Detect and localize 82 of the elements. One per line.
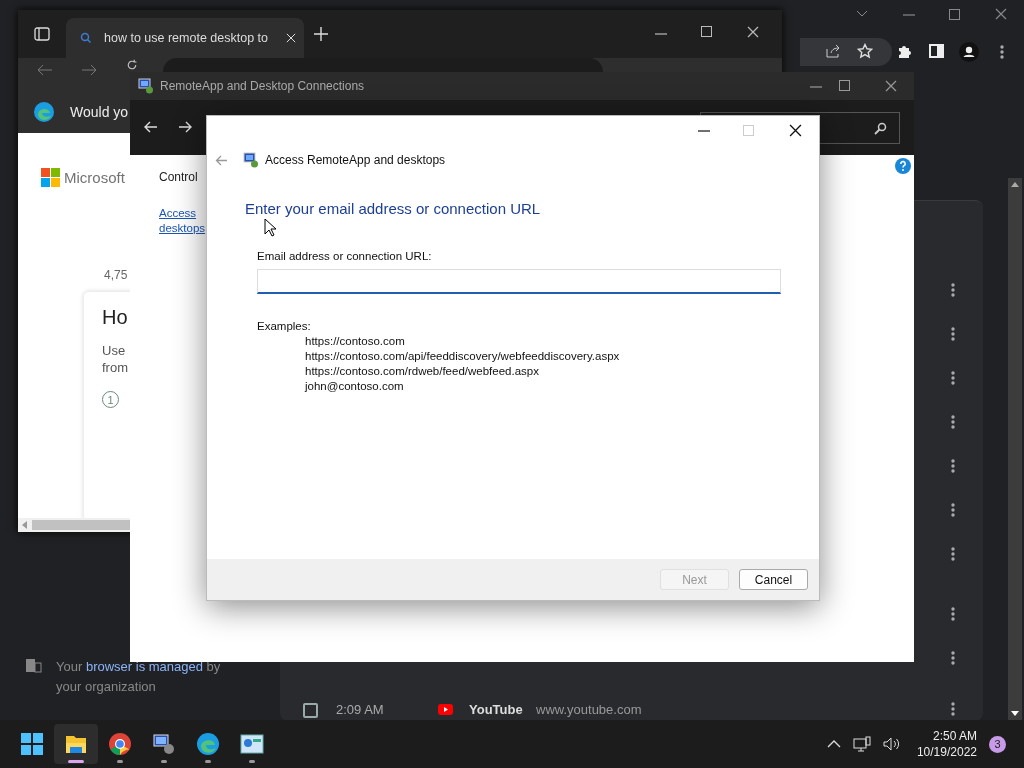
horizontal-scrollbar[interactable] <box>18 518 130 532</box>
remote-app-icon <box>243 152 259 168</box>
sidebar-icon[interactable] <box>929 44 944 58</box>
notification-badge[interactable]: 3 <box>989 735 1006 753</box>
search-icon <box>874 121 887 135</box>
dialog-heading: Enter your email address or connection URL <box>245 200 542 217</box>
microsoft-logo-icon <box>41 168 60 187</box>
card-text: Use from <box>102 342 128 376</box>
example-text: https://contoso.com <box>305 334 406 349</box>
site-title[interactable]: YouTube <box>469 702 523 717</box>
folder-icon[interactable] <box>65 734 87 754</box>
more-icon[interactable] <box>951 283 955 297</box>
scroll-up-icon[interactable] <box>1011 182 1019 187</box>
running-indicator <box>161 760 167 763</box>
window-title: RemoteApp and Desktop Connections <box>160 79 365 93</box>
banner-text: Would yo <box>70 103 129 120</box>
maximize-button[interactable] <box>839 80 850 91</box>
chrome-icon[interactable] <box>109 733 131 755</box>
more-icon[interactable] <box>951 415 955 429</box>
result-count: 4,75 <box>104 268 128 282</box>
url-input-field[interactable] <box>257 269 781 294</box>
tab-actions-icon[interactable] <box>34 26 50 42</box>
more-icon[interactable] <box>951 607 955 621</box>
more-icon[interactable] <box>951 371 955 385</box>
building-icon <box>25 658 42 673</box>
field-label: Email address or connection URL: <box>257 250 433 262</box>
taskbar-button[interactable] <box>54 724 98 764</box>
more-icon[interactable] <box>951 327 955 341</box>
dialog-title: Access RemoteApp and desktops <box>265 153 446 167</box>
microsoft-logo-text: Microsoft <box>64 169 125 186</box>
more-icon[interactable] <box>951 651 955 665</box>
more-icon[interactable] <box>951 547 955 561</box>
edge-logo-icon <box>34 101 54 122</box>
chevron-up-icon[interactable] <box>826 740 841 748</box>
network-icon[interactable] <box>852 736 871 752</box>
more-icon[interactable] <box>951 702 955 716</box>
remote-app-icon <box>138 78 154 94</box>
card-title: Ho <box>102 306 128 329</box>
more-icon[interactable] <box>951 503 955 517</box>
example-text: john@contoso.com <box>305 379 405 394</box>
close-button[interactable] <box>789 124 802 137</box>
address-bar[interactable] <box>800 38 892 66</box>
refresh-icon[interactable] <box>126 59 138 71</box>
close-tab-icon[interactable] <box>286 33 296 43</box>
puzzle-icon[interactable] <box>897 43 913 59</box>
search-icon <box>80 32 92 44</box>
examples-label: Examples: <box>257 320 312 332</box>
managed-link[interactable]: browser is managed <box>85 659 203 674</box>
site-url: www.youtube.com <box>536 702 642 717</box>
help-icon[interactable] <box>895 158 911 174</box>
more-icon[interactable] <box>951 459 955 473</box>
history-checkbox[interactable] <box>303 703 318 718</box>
restore-button[interactable] <box>949 9 960 20</box>
browser-tab[interactable]: how to use remote desktop to <box>66 18 304 58</box>
maximize-button[interactable] <box>701 26 712 37</box>
running-indicator <box>249 760 255 763</box>
task-link[interactable]: Access desktops <box>159 206 206 236</box>
example-text: https://contoso.com/api/feeddiscovery/webfeeddiscovery.aspx <box>305 349 621 364</box>
star-icon[interactable] <box>857 43 873 59</box>
scrollbar[interactable] <box>1008 178 1022 720</box>
menu-icon[interactable] <box>1000 45 1004 59</box>
monitor-icon[interactable] <box>153 733 175 755</box>
close-button[interactable] <box>747 26 759 38</box>
expand-icon[interactable] <box>856 10 868 18</box>
youtube-icon <box>438 704 453 715</box>
running-indicator <box>205 760 211 763</box>
edge-icon[interactable] <box>197 733 219 755</box>
running-indicator <box>117 760 123 763</box>
visit-time: 2:09 AM <box>336 702 384 717</box>
new-tab-icon[interactable] <box>314 27 328 41</box>
cursor-icon <box>264 218 276 237</box>
profile-icon[interactable] <box>959 42 979 62</box>
start-button[interactable] <box>21 733 43 755</box>
scroll-down-icon[interactable] <box>1011 711 1019 716</box>
running-indicator <box>68 760 84 763</box>
clock[interactable]: 2:50 AM 10/19/2022 <box>916 728 977 760</box>
breadcrumb-text: Control <box>159 170 198 184</box>
example-text: https://contoso.com/rdweb/feed/webfeed.aspx <box>305 364 540 379</box>
dialog-button[interactable]: Cancel <box>739 569 808 590</box>
share-icon[interactable] <box>825 43 841 59</box>
volume-icon[interactable] <box>882 737 901 751</box>
control-panel-icon[interactable] <box>240 734 264 754</box>
